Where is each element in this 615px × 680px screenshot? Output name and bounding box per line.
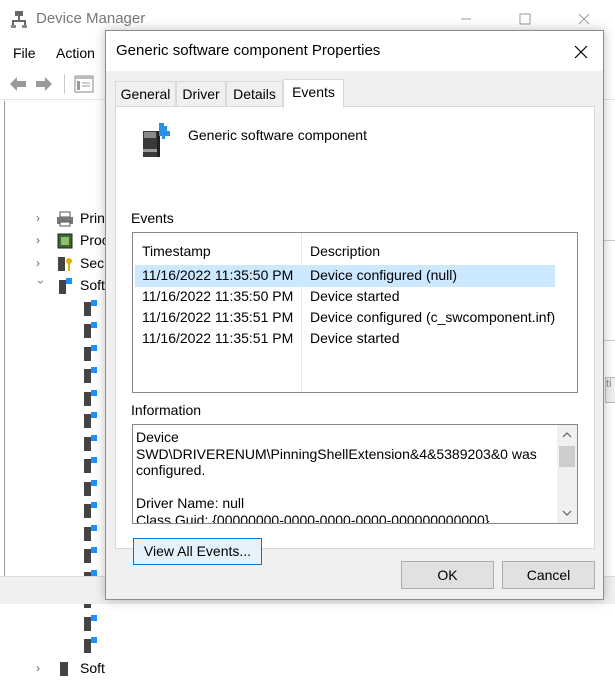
maximize-button[interactable] <box>514 8 536 30</box>
security-key-icon <box>56 255 74 273</box>
events-tab-panel: Generic software component Events Timest… <box>115 106 595 565</box>
software-component-icon[interactable] <box>82 299 98 317</box>
software-component-icon[interactable] <box>82 389 98 407</box>
partial-button-label: ti <box>606 378 612 390</box>
software-component-icon[interactable] <box>82 479 98 497</box>
software-component-icon[interactable] <box>82 411 98 429</box>
software-component-icon <box>56 277 74 295</box>
printer-icon <box>56 210 74 228</box>
device-tree: › Prin › Proc › Secu › Soft › Soft <box>0 101 112 676</box>
cancel-button[interactable]: Cancel <box>502 561 595 589</box>
event-row[interactable]: 11/16/2022 11:35:51 PM Device configured… <box>135 307 555 329</box>
chevron-right-icon[interactable]: › <box>36 233 46 247</box>
tree-item-label: Soft <box>80 660 105 676</box>
close-icon <box>574 45 588 59</box>
minimize-button[interactable] <box>455 8 477 30</box>
software-component-icon[interactable] <box>82 434 98 452</box>
software-component-icon <box>137 119 175 159</box>
divider <box>604 340 615 341</box>
information-scrollbar[interactable] <box>557 425 577 523</box>
ok-button[interactable]: OK <box>401 561 494 589</box>
event-description: Device configured (null) <box>310 267 458 283</box>
information-label: Information <box>131 402 202 418</box>
dialog-close-button[interactable] <box>570 41 592 63</box>
scrollbar-thumb[interactable] <box>559 446 575 467</box>
device-manager-title: Device Manager <box>36 10 146 27</box>
information-text: Device SWD\DRIVERENUM\PinningShellExtens… <box>136 429 537 524</box>
event-description: Device started <box>310 288 400 304</box>
chevron-right-icon[interactable]: › <box>36 211 46 225</box>
software-component-icon[interactable] <box>82 366 98 384</box>
event-timestamp: 11/16/2022 11:35:50 PM <box>142 267 294 283</box>
back-arrow-icon[interactable] <box>8 74 28 94</box>
device-name: Generic software component <box>188 127 367 143</box>
processor-icon <box>56 232 74 250</box>
scroll-down-arrow-icon[interactable] <box>557 505 577 521</box>
partial-button[interactable]: ti <box>605 377 615 403</box>
menu-action[interactable]: Action <box>56 45 95 61</box>
software-component-icon[interactable] <box>82 456 98 474</box>
chevron-right-icon[interactable]: › <box>36 661 46 675</box>
forward-arrow-icon[interactable] <box>34 74 54 94</box>
tab-events[interactable]: Events <box>283 79 344 108</box>
properties-dialog: Generic software component Properties Ge… <box>105 30 604 600</box>
event-description: Device started <box>310 330 400 346</box>
event-timestamp: 11/16/2022 11:35:51 PM <box>142 330 294 346</box>
menu-file[interactable]: File <box>13 45 36 61</box>
chevron-right-icon[interactable]: › <box>36 256 46 270</box>
tab-driver[interactable]: Driver <box>176 81 226 106</box>
event-row[interactable]: 11/16/2022 11:35:50 PM Device configured… <box>135 265 555 287</box>
column-header-description[interactable]: Description <box>310 243 380 259</box>
event-row[interactable]: 11/16/2022 11:35:50 PM Device started <box>135 286 555 308</box>
event-row[interactable]: 11/16/2022 11:35:51 PM Device started <box>135 328 555 350</box>
view-all-events-button[interactable]: View All Events... <box>133 538 262 565</box>
software-device-icon <box>56 660 74 678</box>
tab-general[interactable]: General <box>115 81 176 106</box>
device-manager-icon <box>11 10 27 28</box>
tree-item-label: Soft <box>80 277 105 293</box>
software-component-icon[interactable] <box>82 344 98 362</box>
column-header-timestamp[interactable]: Timestamp <box>142 243 211 259</box>
software-component-icon[interactable] <box>82 546 98 564</box>
events-list[interactable]: Timestamp Description 11/16/2022 11:35:5… <box>132 232 578 393</box>
event-timestamp: 11/16/2022 11:35:51 PM <box>142 309 294 325</box>
software-component-icon[interactable] <box>82 524 98 542</box>
dialog-title: Generic software component Properties <box>116 42 381 59</box>
information-textbox[interactable]: Device SWD\DRIVERENUM\PinningShellExtens… <box>132 424 578 524</box>
software-component-icon[interactable] <box>82 501 98 519</box>
scroll-up-arrow-icon[interactable] <box>557 427 577 443</box>
tree-item-label: Prin <box>80 210 105 226</box>
tab-strip: General Driver Details Events <box>106 71 603 108</box>
event-timestamp: 11/16/2022 11:35:50 PM <box>142 288 294 304</box>
software-component-icon[interactable] <box>82 614 98 632</box>
properties-icon[interactable] <box>74 74 94 94</box>
events-label: Events <box>131 210 174 226</box>
divider <box>604 240 615 241</box>
chevron-down-icon[interactable]: › <box>34 280 48 290</box>
dialog-titlebar: Generic software component Properties <box>106 31 603 71</box>
event-description: Device configured (c_swcomponent.inf) <box>310 309 556 325</box>
software-component-icon[interactable] <box>82 636 98 654</box>
tab-details[interactable]: Details <box>226 81 283 106</box>
right-pane-edge <box>604 100 615 576</box>
toolbar-separator <box>64 74 65 94</box>
close-button[interactable] <box>573 8 595 30</box>
software-component-icon[interactable] <box>82 321 98 339</box>
